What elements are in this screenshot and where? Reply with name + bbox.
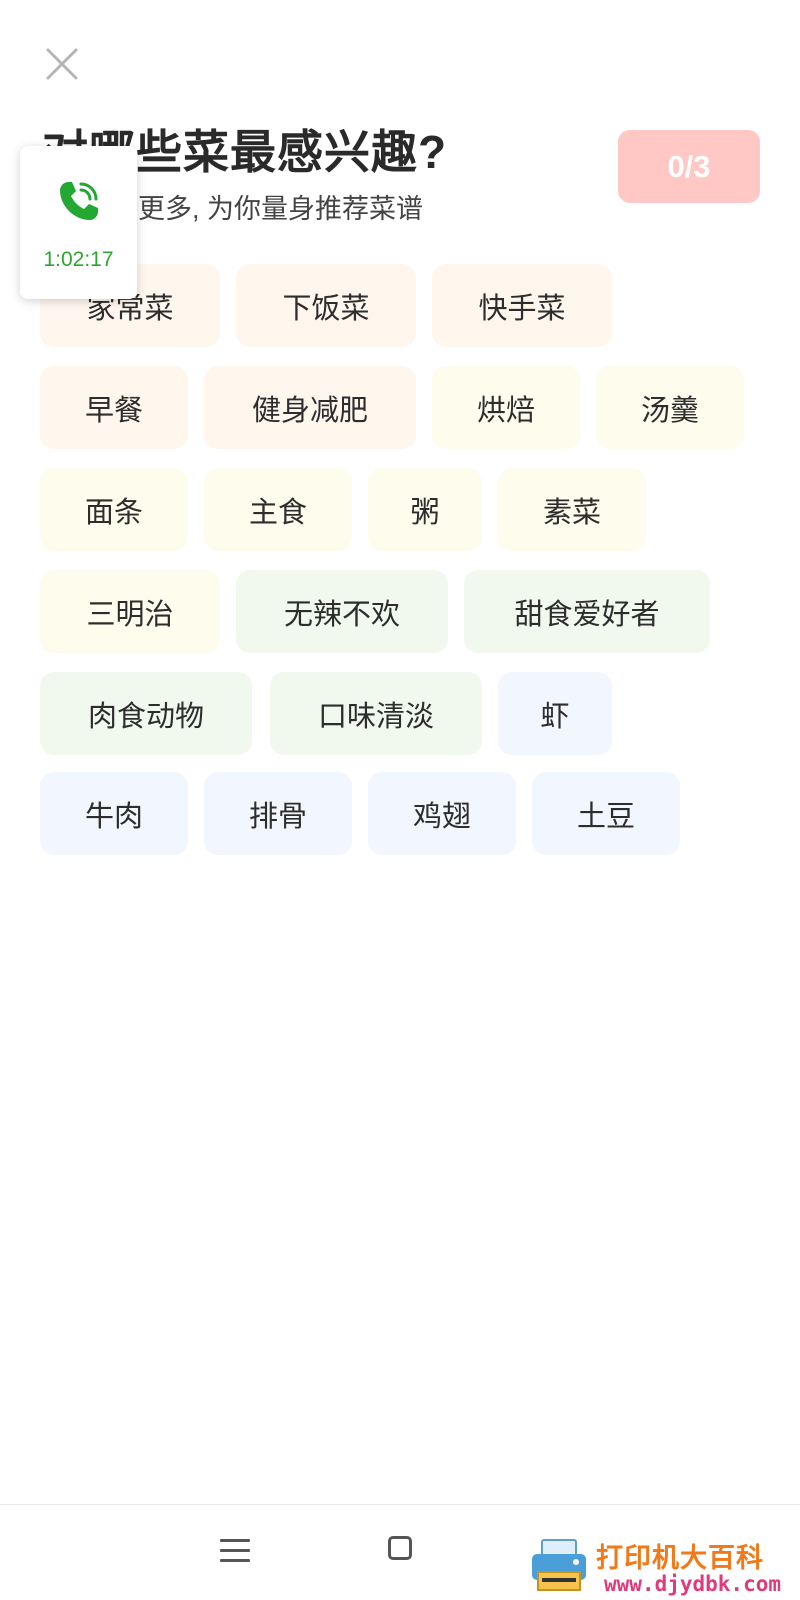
close-icon bbox=[46, 48, 78, 80]
call-timer: 1:02:17 bbox=[43, 248, 114, 271]
tag-button[interactable]: 口味清淡 bbox=[270, 672, 482, 755]
printer-icon bbox=[532, 1539, 586, 1591]
tag-button[interactable]: 无辣不欢 bbox=[236, 570, 448, 653]
tag-button[interactable]: 排骨 bbox=[204, 772, 352, 855]
watermark-logo: 打印机大百科 www.djydbk.com bbox=[524, 1532, 800, 1600]
phone-call-icon bbox=[59, 182, 98, 220]
tag-button[interactable]: 烘焙 bbox=[432, 366, 580, 449]
selection-counter-button[interactable]: 0/3 bbox=[618, 130, 760, 203]
floating-call-widget[interactable]: 1:02:17 bbox=[20, 146, 137, 299]
tag-button[interactable]: 面条 bbox=[40, 468, 188, 551]
tag-button[interactable]: 下饭菜 bbox=[236, 264, 416, 347]
tag-button[interactable]: 虾 bbox=[498, 672, 612, 755]
tag-button[interactable]: 早餐 bbox=[40, 366, 188, 449]
close-button[interactable] bbox=[40, 42, 84, 86]
tag-button[interactable]: 主食 bbox=[204, 468, 352, 551]
home-square-icon[interactable] bbox=[388, 1536, 412, 1560]
tag-button[interactable]: 肉食动物 bbox=[40, 672, 252, 755]
watermark-domain: www.djydbk.com bbox=[604, 1572, 782, 1596]
watermark-text: 打印机大百科 bbox=[596, 1543, 764, 1574]
tag-button[interactable]: 健身减肥 bbox=[204, 366, 416, 449]
tag-button[interactable]: 牛肉 bbox=[40, 772, 188, 855]
tag-button[interactable]: 甜食爱好者 bbox=[464, 570, 710, 653]
tag-button[interactable]: 粥 bbox=[368, 468, 482, 551]
tag-button[interactable]: 土豆 bbox=[532, 772, 680, 855]
tag-button[interactable]: 汤羹 bbox=[596, 366, 744, 449]
tag-button[interactable]: 素菜 bbox=[498, 468, 646, 551]
tag-button[interactable]: 快手菜 bbox=[432, 264, 612, 347]
tag-button[interactable]: 三明治 bbox=[40, 570, 220, 653]
tag-button[interactable]: 鸡翅 bbox=[368, 772, 516, 855]
menu-icon[interactable] bbox=[220, 1539, 250, 1565]
